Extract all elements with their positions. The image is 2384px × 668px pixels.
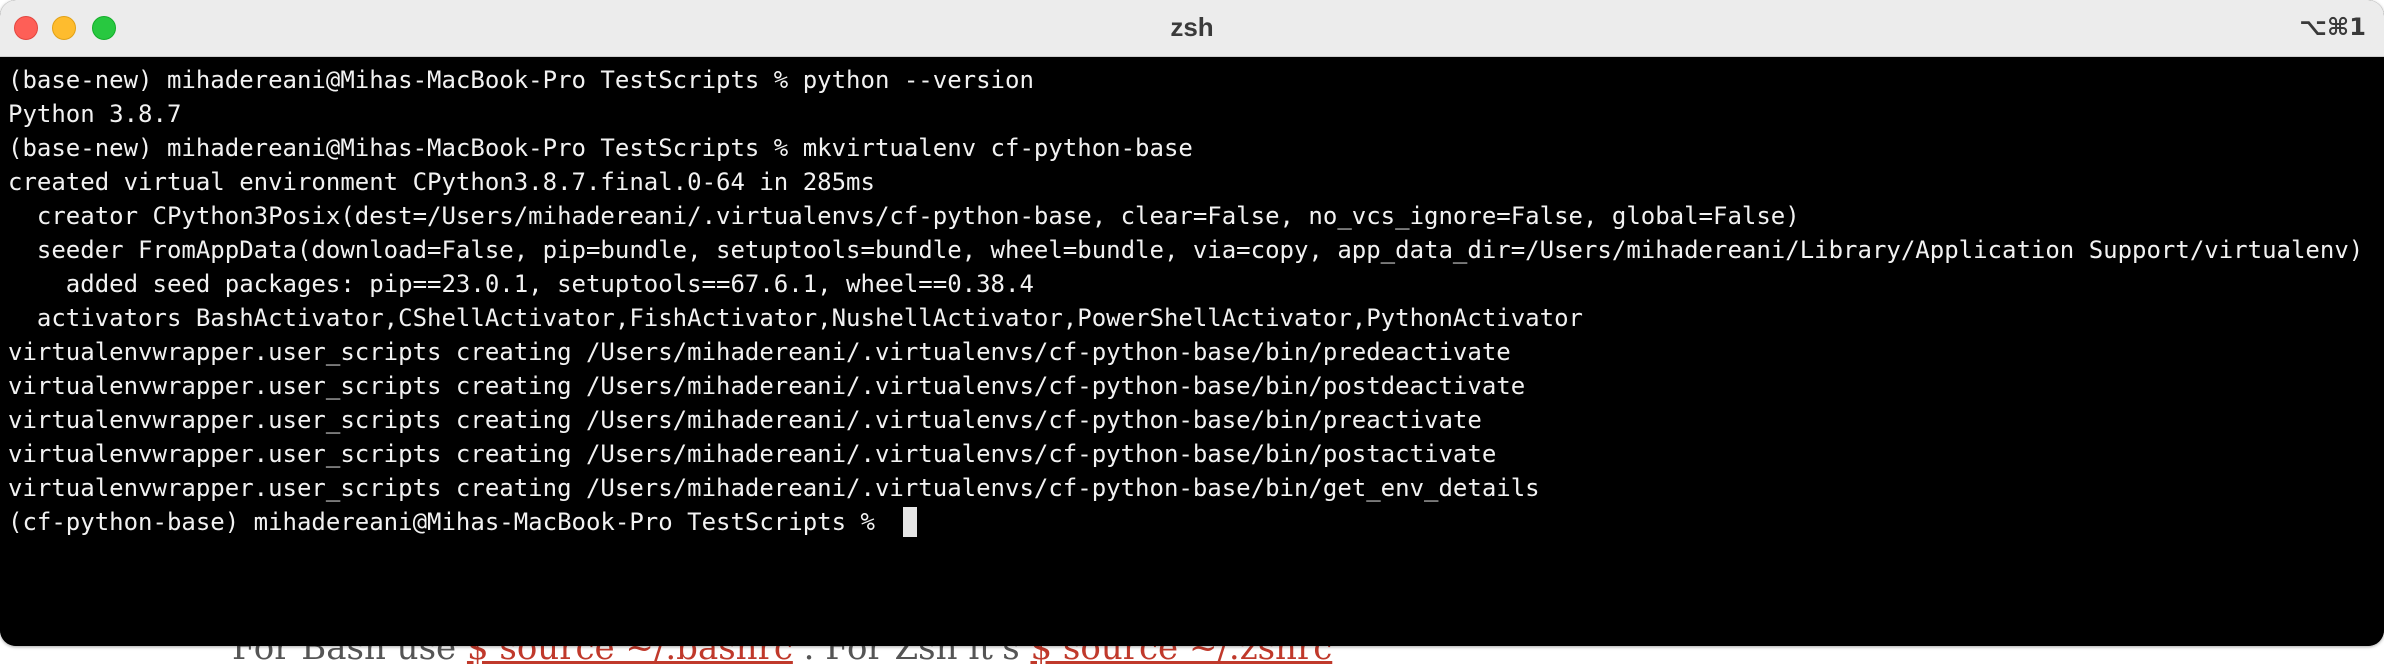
terminal-line: virtualenvwrapper.user_scripts creating …: [8, 474, 1540, 502]
terminal-line: (base-new) mihadereani@Mihas-MacBook-Pro…: [8, 66, 1034, 94]
title-bar[interactable]: zsh ⌥⌘1: [0, 0, 2384, 57]
terminal-prompt-line[interactable]: (cf-python-base) mihadereani@Mihas-MacBo…: [8, 505, 2378, 539]
window-shortcut-label: ⌥⌘1: [2299, 13, 2366, 41]
terminal-line: virtualenvwrapper.user_scripts creating …: [8, 440, 1497, 468]
terminal-line: Python 3.8.7: [8, 100, 182, 128]
terminal-line: virtualenvwrapper.user_scripts creating …: [8, 338, 1511, 366]
terminal-line: virtualenvwrapper.user_scripts creating …: [8, 372, 1526, 400]
terminal-line: added seed packages: pip==23.0.1, setupt…: [8, 270, 1034, 298]
terminal-line: (base-new) mihadereani@Mihas-MacBook-Pro…: [8, 134, 1193, 162]
terminal-output-area[interactable]: (base-new) mihadereani@Mihas-MacBook-Pro…: [0, 57, 2384, 646]
terminal-cursor: [903, 507, 918, 537]
terminal-line: creator CPython3Posix(dest=/Users/mihade…: [8, 202, 1800, 230]
terminal-prompt: (cf-python-base) mihadereani@Mihas-MacBo…: [8, 508, 890, 536]
terminal-line: virtualenvwrapper.user_scripts creating …: [8, 406, 1482, 434]
terminal-lines: (base-new) mihadereani@Mihas-MacBook-Pro…: [8, 63, 2378, 539]
terminal-line: seeder FromAppData(download=False, pip=b…: [8, 236, 2364, 264]
window-title: zsh: [1170, 12, 1214, 42]
terminal-line: activators BashActivator,CShellActivator…: [8, 304, 1583, 332]
terminal-window: zsh ⌥⌘1 (base-new) mihadereani@Mihas-Mac…: [0, 0, 2384, 646]
terminal-line: created virtual environment CPython3.8.7…: [8, 168, 875, 196]
